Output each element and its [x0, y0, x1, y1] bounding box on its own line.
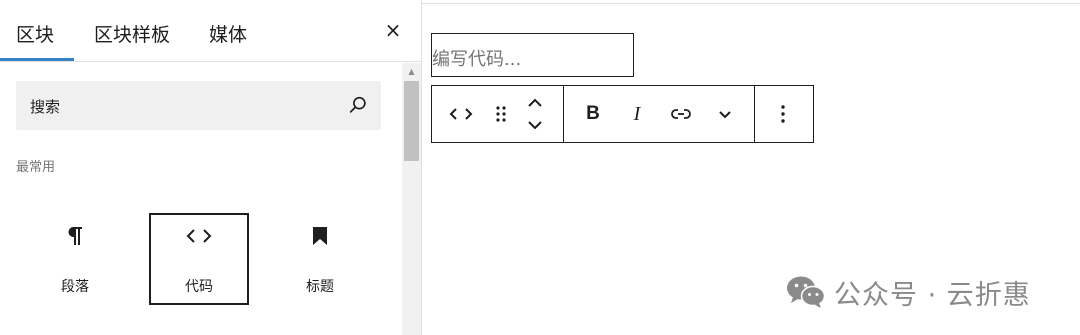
- watermark-text: 公众号 · 云折惠: [834, 279, 1031, 311]
- block-inserter-panel: 区块 区块样板 媒体 × 搜索 最常用 段落 代码 标题 ▲: [0, 0, 422, 335]
- inserter-tabs: 区块 区块样板 媒体 ×: [0, 0, 422, 62]
- block-type-button[interactable]: [436, 86, 486, 142]
- link-button[interactable]: [664, 86, 698, 142]
- drag-handle-button[interactable]: [486, 86, 516, 142]
- search-input[interactable]: 搜索: [16, 81, 381, 130]
- wechat-icon: [787, 276, 826, 308]
- block-label: 段落: [61, 279, 89, 295]
- block-toolbar: B I: [431, 85, 814, 143]
- tab-patterns[interactable]: 区块样板: [94, 20, 170, 47]
- scrollbar-thumb[interactable]: [404, 81, 419, 161]
- editor-top-divider: [422, 3, 1080, 4]
- move-up-down-button[interactable]: [518, 86, 552, 142]
- close-icon[interactable]: ×: [382, 18, 404, 42]
- watermark: 公众号 · 云折惠: [786, 273, 1031, 311]
- search-placeholder: 搜索: [30, 98, 61, 116]
- block-label: 标题: [306, 279, 334, 295]
- drag-handle-icon: [496, 106, 506, 122]
- toolbar-separator: [563, 86, 564, 142]
- toolbar-separator: [754, 86, 755, 142]
- chevron-down-icon: [719, 111, 731, 119]
- block-item-code[interactable]: 代码: [149, 213, 249, 305]
- paragraph-icon: [68, 227, 82, 245]
- bookmark-icon: [313, 227, 327, 245]
- code-block-input[interactable]: 编写代码...: [431, 33, 634, 77]
- link-icon: [671, 109, 691, 119]
- bold-button[interactable]: B: [578, 86, 608, 142]
- inserter-scrollbar[interactable]: ▲: [402, 63, 421, 335]
- code-icon: [186, 229, 212, 243]
- scroll-up-arrow-icon[interactable]: ▲: [402, 67, 421, 76]
- more-options-icon: [781, 105, 785, 123]
- italic-button[interactable]: I: [622, 86, 652, 142]
- block-item-heading[interactable]: 标题: [270, 213, 370, 305]
- more-rich-text-button[interactable]: [710, 86, 740, 142]
- move-up-down-icon: [528, 98, 542, 130]
- section-title-most-used: 最常用: [16, 160, 56, 175]
- options-button[interactable]: [768, 86, 798, 142]
- search-icon[interactable]: [347, 94, 369, 116]
- code-block-icon: [449, 108, 473, 120]
- block-item-paragraph[interactable]: 段落: [25, 213, 125, 305]
- tab-media[interactable]: 媒体: [209, 20, 247, 47]
- active-tab-indicator: [0, 58, 74, 61]
- tab-blocks[interactable]: 区块: [16, 20, 54, 47]
- code-placeholder: 编写代码...: [432, 49, 522, 70]
- block-label: 代码: [185, 279, 213, 295]
